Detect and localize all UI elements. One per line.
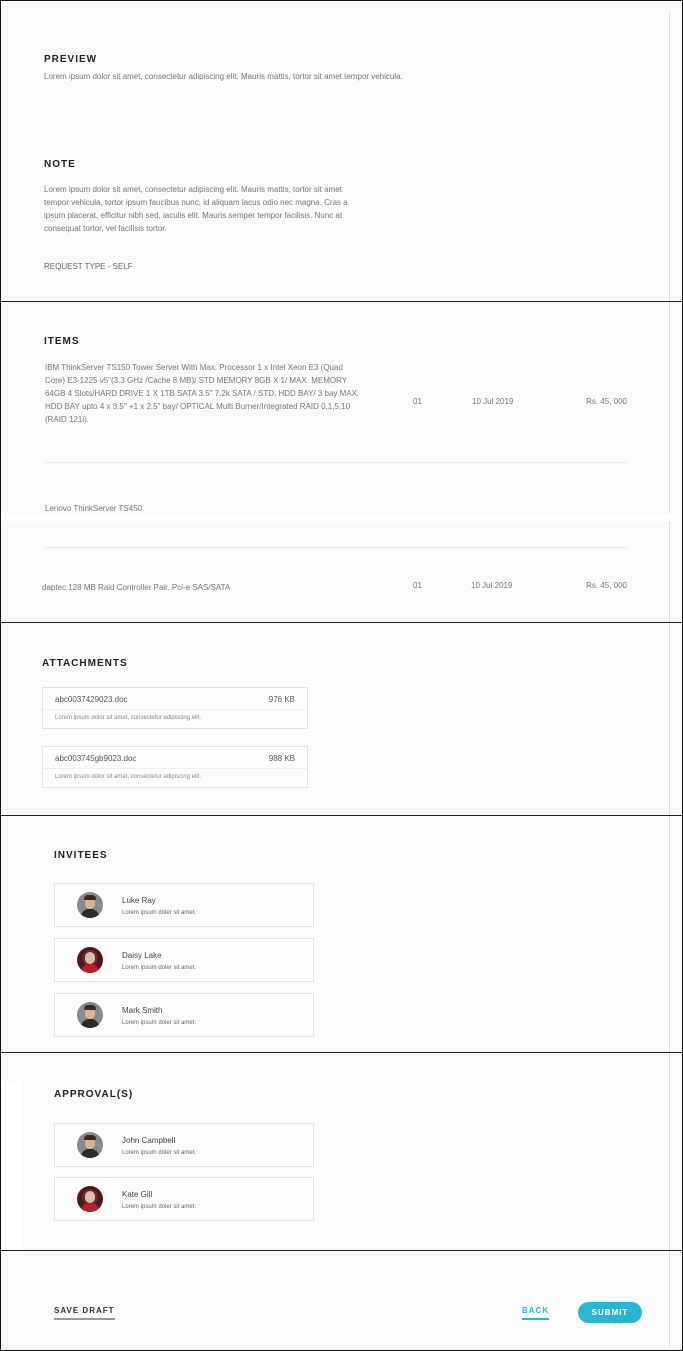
avatar (77, 1186, 103, 1212)
item-amount: Rs. 45, 000 (586, 397, 627, 406)
item-qty: 01 (413, 397, 422, 406)
attachment-size: 988 KB (268, 754, 295, 763)
invitee-description: Lorem ipsum doler sit amet. (122, 965, 197, 971)
approvals-title: APPROVAL(S) (54, 1089, 134, 1100)
attachment-description: Lorem ipsum dolor sit amet, consectetur … (55, 774, 202, 780)
form-page: PREVIEW Lorem ipsum dolor sit amet, cons… (0, 0, 683, 1351)
item-date: 10 Jul 2019 (471, 581, 513, 590)
item-row: Lenovo ThinkServer TS450 (45, 502, 627, 515)
invitee-name: Mark Smith (122, 1006, 163, 1015)
attachment-card[interactable]: abc003745gb9023.doc 988 KB Lorem ipsum d… (42, 746, 308, 788)
note-title: NOTE (44, 159, 76, 170)
edge-strip (1, 1081, 21, 1251)
items-title: ITEMS (44, 336, 80, 347)
invitee-description: Lorem ipsum doler sit amet. (122, 910, 197, 916)
avatar (77, 1002, 103, 1028)
approver-name: Kate Gill (122, 1190, 153, 1199)
attachment-card[interactable]: abc0037429023.doc 976 KB Lorem ipsum dol… (42, 687, 308, 729)
back-button[interactable]: BACK (522, 1306, 550, 1320)
invitee-name: Luke Ray (122, 896, 156, 905)
card-divider (43, 709, 307, 710)
section-divider (1, 301, 682, 302)
row-divider (45, 547, 627, 548)
invitee-name: Daisy Lake (122, 951, 162, 960)
request-type: REQUEST TYPE - SELF (44, 262, 133, 271)
item-row: IBM ThinkServer TS150 Tower Server With … (45, 361, 627, 441)
card-divider (43, 768, 307, 769)
invitee-description: Lorem ipsum doler sit amet. (122, 1020, 197, 1026)
invitee-card[interactable]: Luke Ray Lorem ipsum doler sit amet. (54, 883, 314, 927)
approver-description: Lorem ipsum doler sit amet. (122, 1204, 197, 1210)
submit-button[interactable]: SUBMIT (578, 1302, 642, 1323)
note-text: Lorem ipsum dolor sit amet, consectetur … (44, 185, 348, 233)
preview-title: PREVIEW (44, 54, 98, 65)
attachment-description: Lorem ipsum dolor sit amet, consectetur … (55, 715, 202, 721)
avatar (77, 947, 103, 973)
approver-card[interactable]: John Campbell Lorem ipsum doler sit amet… (54, 1123, 314, 1167)
preview-text: Lorem ipsum dolor sit amet, consectetur … (44, 72, 403, 81)
scrollbar-track[interactable] (669, 11, 670, 1346)
section-divider (1, 1052, 682, 1053)
avatar (77, 892, 103, 918)
section-divider (1, 622, 682, 623)
avatar (77, 1132, 103, 1158)
item-description: daptec 128 MB Raid Controller Pair. Pci-… (42, 583, 231, 592)
invitee-card[interactable]: Mark Smith Lorem ipsum doler sit amet. (54, 993, 314, 1037)
save-draft-button[interactable]: SAVE DRAFT (54, 1306, 115, 1320)
attachments-title: ATTACHMENTS (42, 658, 128, 669)
invitee-card[interactable]: Daisy Lake Lorem ipsum doler sit amet. (54, 938, 314, 982)
invitees-title: INVITEES (54, 850, 108, 861)
section-divider (1, 815, 682, 816)
attachment-filename[interactable]: abc0037429023.doc (55, 695, 128, 704)
item-row: daptec 128 MB Raid Controller Pair. Pci-… (42, 581, 627, 594)
approver-name: John Campbell (122, 1136, 176, 1145)
item-description: Lenovo ThinkServer TS450 (45, 504, 143, 513)
section-divider (1, 1250, 682, 1251)
item-description: IBM ThinkServer TS150 Tower Server With … (45, 363, 360, 424)
item-amount: Rs. 45, 000 (586, 581, 627, 590)
approver-description: Lorem ipsum doler sit amet. (122, 1150, 197, 1156)
approver-card[interactable]: Kate Gill Lorem ipsum doler sit amet. (54, 1177, 314, 1221)
attachment-filename[interactable]: abc003745gb9023.doc (55, 754, 136, 763)
row-divider (45, 462, 627, 463)
item-date: 10 Jul 2019 (472, 397, 514, 406)
attachment-size: 976 KB (268, 695, 295, 704)
item-qty: 01 (413, 581, 422, 590)
